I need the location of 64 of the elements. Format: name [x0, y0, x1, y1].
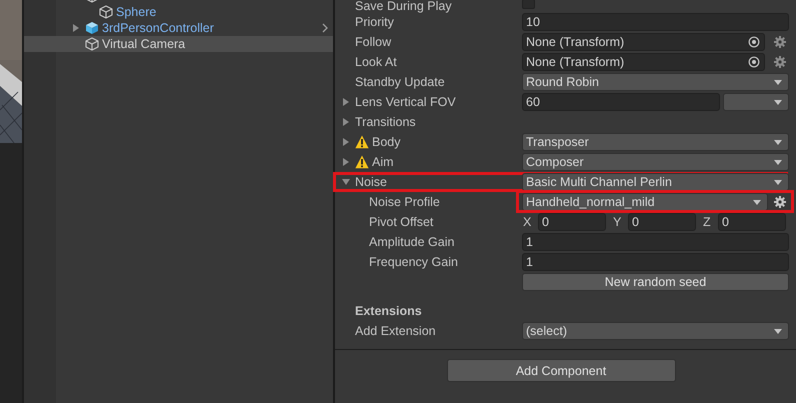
dropdown-arrow-icon	[774, 80, 782, 84]
item-name: Sphere	[116, 5, 156, 19]
dropdown[interactable]: (select)	[522, 322, 789, 340]
field-label: Standby Update	[355, 75, 445, 89]
field-label: Follow	[355, 35, 392, 49]
new-random-seed-button[interactable]: New random seed	[522, 273, 789, 291]
field-label: Amplitude Gain	[369, 235, 454, 249]
dropdown-arrow-icon	[774, 180, 782, 184]
object-field[interactable]: None (Transform)	[522, 33, 765, 51]
axis-label: Z	[702, 215, 712, 229]
foldout-arrow-icon[interactable]	[342, 118, 350, 126]
field-label: Save During Play	[355, 0, 452, 12]
field-label: Body	[372, 135, 400, 149]
target-icon[interactable]	[748, 36, 760, 48]
field-label: Pivot Offset	[369, 215, 434, 229]
chevron-right-icon[interactable]	[322, 23, 328, 33]
hierarchy-item[interactable]: Sphere	[24, 4, 333, 20]
text-field[interactable]: 60	[522, 93, 720, 111]
object-field[interactable]: None (Transform)	[522, 53, 765, 71]
number-field[interactable]: 0	[538, 213, 606, 231]
dropdown-arrow-icon	[774, 160, 782, 164]
text-field[interactable]: 1	[522, 233, 789, 251]
text-field[interactable]: 10	[522, 13, 789, 31]
settings-icon[interactable]	[774, 196, 786, 208]
dropdown[interactable]: Basic Multi Channel Perlin	[522, 173, 789, 191]
cube-icon	[85, 37, 99, 51]
field-label: Lens Vertical FOV	[355, 95, 456, 109]
cube-icon	[99, 5, 113, 19]
expand-arrow-icon[interactable]	[72, 24, 80, 32]
axis-label: Y	[612, 215, 622, 229]
dropdown-arrow-icon	[753, 200, 761, 204]
field-label: Frequency Gain	[369, 255, 458, 269]
dropdown-arrow-icon	[774, 140, 782, 144]
field-label: Add Extension	[355, 324, 436, 338]
item-name: 3rdPersonController	[102, 21, 214, 35]
settings-icon[interactable]	[774, 36, 786, 48]
field-label: Aim	[372, 155, 394, 169]
item-name: Virtual Camera	[102, 37, 186, 51]
prefab-cube-icon	[85, 21, 99, 35]
foldout-arrow-icon[interactable]	[342, 178, 350, 186]
text-field[interactable]: 1	[522, 253, 789, 271]
field-label: Noise	[355, 175, 387, 189]
field-label: Noise Profile	[369, 195, 440, 209]
add-component-button[interactable]: Add Component	[446, 359, 676, 382]
settings-icon[interactable]	[774, 56, 786, 68]
dropdown[interactable]: Round Robin	[522, 73, 789, 91]
foldout-arrow-icon[interactable]	[342, 98, 350, 106]
dropdown-arrow-icon	[774, 328, 782, 334]
target-icon[interactable]	[748, 56, 760, 68]
field-label: Priority	[355, 15, 394, 29]
field-label: Transitions	[355, 115, 416, 129]
hierarchy-item[interactable]: 3rdPersonController	[24, 20, 333, 36]
number-field[interactable]: 0	[718, 213, 786, 231]
dropdown-arrow-icon	[774, 100, 782, 104]
dropdown[interactable]: Composer	[522, 153, 789, 171]
foldout-arrow-icon[interactable]	[342, 158, 350, 166]
field-label: Look At	[355, 55, 397, 69]
dropdown[interactable]: Handheld_normal_mild	[522, 193, 768, 211]
axis-label: X	[522, 215, 532, 229]
section-heading: Extensions	[354, 303, 423, 320]
hierarchy-item[interactable]: Virtual Camera	[24, 36, 333, 52]
dropdown[interactable]: Transposer	[522, 133, 789, 151]
number-field[interactable]: 0	[628, 213, 696, 231]
foldout-arrow-icon[interactable]	[342, 138, 350, 146]
